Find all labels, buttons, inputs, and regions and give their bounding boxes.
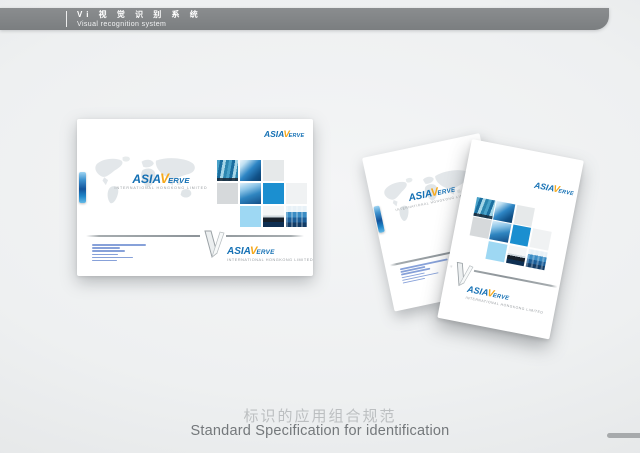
mosaic-photo-machinery xyxy=(240,160,261,181)
logo-text-asia: ASIA xyxy=(264,129,284,139)
back-cover-logo-block: ASIAVERVE INTERNATIONAL HONGKONG LIMITED xyxy=(114,172,208,191)
mosaic-photo-workers xyxy=(490,221,512,243)
mosaic-tile-gray xyxy=(217,183,238,204)
contact-text-lines xyxy=(92,244,146,263)
logo-text-erve: ERVE xyxy=(168,176,190,185)
mosaic-tile-gray xyxy=(470,217,492,239)
front-cover-logo-block: ASIAVERVE INTERNATIONAL HONGKONG LIMITED xyxy=(465,285,546,315)
mosaic-photo-cranes xyxy=(217,160,238,181)
logo-text-erve: ERVE xyxy=(558,188,574,197)
logo-tagline: INTERNATIONAL HONGKONG LIMITED xyxy=(114,187,208,191)
asiaserve-logo-top-right: ASIAVERVE xyxy=(264,130,304,140)
v-ribbon-cutout xyxy=(199,229,227,260)
mosaic-tile-gray-light xyxy=(263,160,284,181)
header-text-block: Vi 视 觉 识 别 系 统 Visual recognition system xyxy=(77,11,202,28)
mosaic-photo-port xyxy=(526,249,548,271)
mosaic-tile-gray-faint xyxy=(286,183,307,204)
page-title-en: Standard Specification for identificatio… xyxy=(0,423,640,439)
logo-text-asia: ASIA xyxy=(227,246,251,257)
mosaic-tile-lightblue xyxy=(240,206,261,227)
spine-blue-bar xyxy=(79,172,86,203)
contact-line xyxy=(92,254,118,256)
mosaic-tile-gray-faint xyxy=(530,229,552,251)
header-separator-line xyxy=(66,11,67,27)
contact-line xyxy=(92,250,125,252)
asiaserve-logo: ASIAVERVE xyxy=(227,246,313,257)
logo-text-erve: ERVE xyxy=(256,249,274,256)
asiaserve-logo: ASIAVERVE xyxy=(114,172,208,185)
mosaic-photo-cranes xyxy=(473,197,495,219)
logo-text-asia: ASIA xyxy=(132,172,161,186)
mosaic-photo-port xyxy=(286,206,307,227)
header-title-zh: Vi 视 觉 识 别 系 统 xyxy=(77,11,202,19)
contact-line xyxy=(92,244,146,246)
mosaic-photo-ship xyxy=(263,206,284,227)
mosaic-tile-blue xyxy=(510,225,532,247)
logo-text-erve: ERVE xyxy=(289,133,305,139)
asiaserve-logo-top-right: ASIAVERVE xyxy=(533,181,574,198)
header-bar: Vi 视 觉 识 别 系 统 Visual recognition system xyxy=(0,8,609,30)
contact-line xyxy=(92,260,117,262)
front-cover-logo-block: ASIAVERVE INTERNATIONAL HONGKONG LIMITED xyxy=(227,246,313,263)
mosaic-photo-ship xyxy=(506,245,528,267)
contact-line xyxy=(92,247,120,249)
mosaic-photo-workers xyxy=(240,183,261,204)
contact-line xyxy=(92,257,133,259)
fold-rule-line xyxy=(86,235,304,237)
logo-tagline: INTERNATIONAL HONGKONG LIMITED xyxy=(227,259,313,263)
mosaic-tile-gray-light xyxy=(514,205,536,227)
folder-spread-mockup: ASIAVERVE INTERNATIONAL HONGKONG LIMITED… xyxy=(77,119,313,276)
bottom-right-accent-bar xyxy=(607,433,640,438)
mosaic-tile-blue xyxy=(263,183,284,204)
mosaic-tile-lightblue xyxy=(486,241,508,263)
mosaic-photo-machinery xyxy=(494,201,516,223)
header-title-en: Visual recognition system xyxy=(77,21,202,28)
